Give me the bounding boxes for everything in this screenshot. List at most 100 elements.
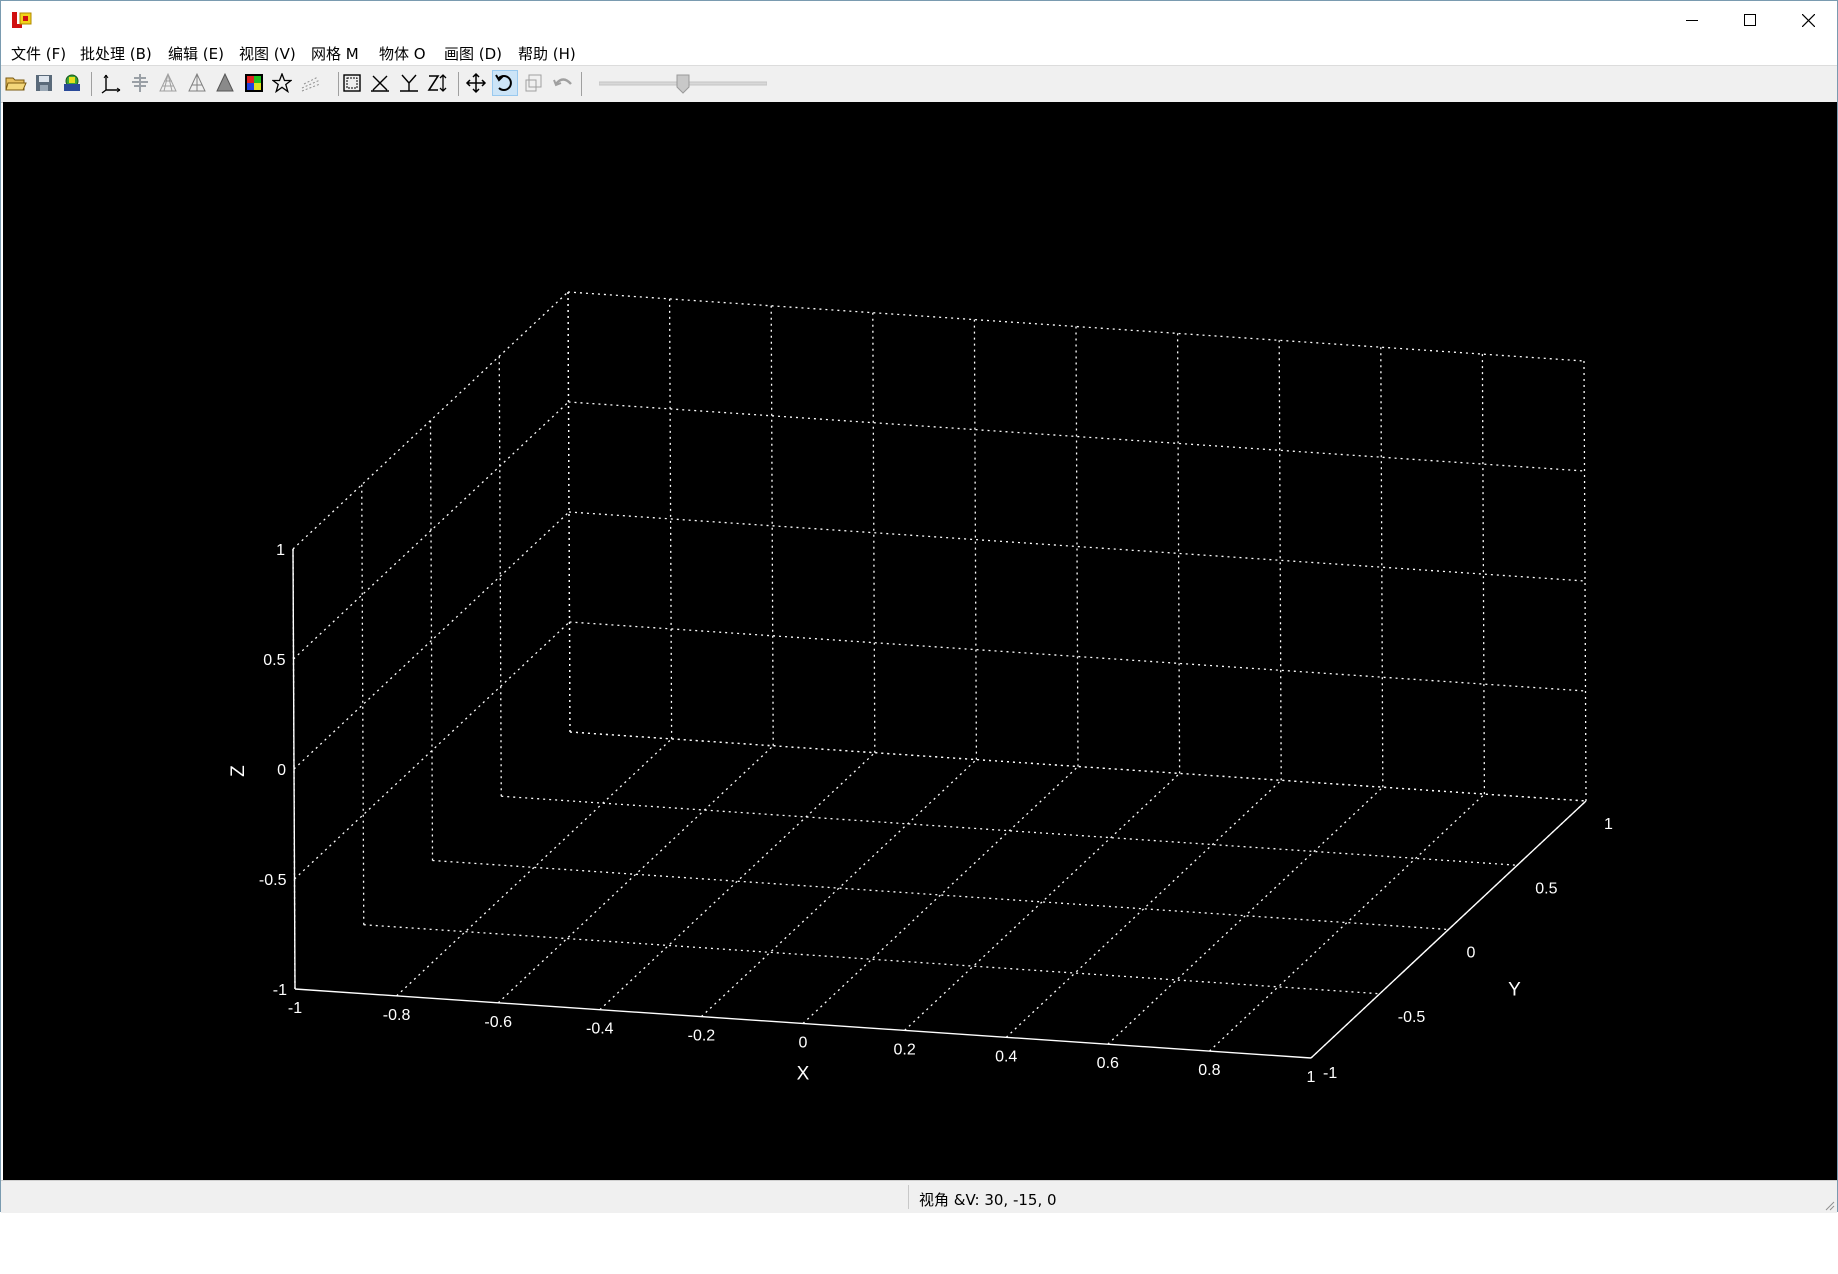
x-axis-button[interactable]: [367, 70, 393, 96]
title-bar[interactable]: [1, 1, 1837, 39]
zoom-slider-track: [598, 74, 768, 94]
grid-line: [361, 484, 365, 925]
grid-line: [1278, 340, 1282, 781]
heart-logo-icon: [1603, 1211, 1647, 1251]
grid-line: [599, 752, 876, 1011]
menu-view[interactable]: 视图 (V): [239, 43, 296, 64]
x-tick-label: 0.8: [1198, 1062, 1220, 1079]
mesh-cone-icon: [188, 72, 206, 92]
grid-line: [1176, 333, 1181, 774]
save-icon: [36, 75, 52, 91]
solid-cone-icon: [216, 72, 234, 92]
minimize-icon: [1686, 20, 1698, 21]
z-axis-button[interactable]: [425, 70, 451, 96]
app-window: 文件 (F) 批处理 (B) 编辑 (E) 视图 (V) 网格 M 物体 O 画…: [0, 0, 1838, 1274]
grid-line: [497, 745, 774, 1004]
minimize-button[interactable]: [1663, 1, 1721, 39]
menu-batch[interactable]: 批处理 (B): [80, 43, 152, 64]
contour-icon: [301, 76, 321, 92]
y-axis-button[interactable]: [396, 70, 422, 96]
grid-line: [432, 859, 1449, 931]
open-folder-icon: [5, 77, 27, 91]
grid-line: [1380, 347, 1384, 788]
close-icon: [1801, 13, 1815, 27]
bounding-box-icon: [343, 74, 361, 92]
y-tick-label: 1: [1604, 816, 1613, 833]
watermark-brand: 爱软件: [1655, 1217, 1776, 1261]
z-tick-label: 1: [276, 542, 285, 559]
status-bar: 视角 &V: 30, -15, 0: [1, 1180, 1837, 1213]
menu-mesh[interactable]: 网格 M: [311, 43, 359, 64]
toolbar: [1, 65, 1837, 103]
menu-edit[interactable]: 编辑 (E): [168, 43, 224, 64]
open-button[interactable]: [3, 70, 29, 96]
app-logo-icon: [12, 12, 32, 28]
x-tick-label: -0.8: [383, 1007, 411, 1024]
grid-line: [396, 738, 673, 997]
grid-line: [1208, 793, 1485, 1052]
bounding-box-button[interactable]: [339, 70, 365, 96]
grid-line: [700, 759, 977, 1018]
watermark: 爱软件 www.Zruanjian.com: [1603, 1210, 1773, 1274]
x-tick-label: -0.4: [586, 1021, 614, 1038]
axes-icon: [101, 74, 121, 94]
x-tick-label: -1: [288, 1000, 302, 1017]
x-tick-label: 0.2: [893, 1041, 915, 1058]
color-map-icon: [245, 74, 263, 92]
zoom-box-button[interactable]: [521, 70, 547, 96]
print-button[interactable]: [59, 70, 85, 96]
grid-line: [802, 766, 1079, 1024]
color-map-button[interactable]: [241, 70, 267, 96]
contour-button[interactable]: [298, 70, 324, 96]
axes-3d-plot[interactable]: -1 -0.8 -0.6 -0.4 -0.2 0 0.2 0.4 0.6 0.8 1 -1 -0.5 0 0…: [3, 102, 1837, 1180]
x-tick-label: 0.6: [1097, 1055, 1119, 1072]
y-axis-line: [1310, 800, 1587, 1059]
zoom-box-icon: [525, 74, 542, 92]
plot-viewport[interactable]: -1 -0.8 -0.6 -0.4 -0.2 0 0.2 0.4 0.6 0.8 1 -1 -0.5 0 0…: [3, 102, 1837, 1274]
menu-help[interactable]: 帮助 (H): [518, 43, 576, 64]
x-tick-label: 0: [799, 1035, 808, 1052]
grid-line: [1481, 354, 1486, 795]
view-angle-readout: 视角 &V: 30, -15, 0: [919, 1191, 1057, 1209]
maximize-button[interactable]: [1721, 1, 1779, 39]
x-tick-label: -0.6: [484, 1014, 512, 1031]
pan-icon: [465, 72, 487, 94]
grid-line: [363, 924, 1380, 995]
rotate-button[interactable]: [492, 70, 518, 96]
z-axis-icon: [427, 74, 447, 92]
y-tick-label: 0.5: [1535, 880, 1557, 897]
z-tick-label: 0: [277, 762, 286, 779]
zoom-slider-thumb[interactable]: [676, 74, 690, 94]
menu-object[interactable]: 物体 O: [379, 43, 426, 64]
undo-button[interactable]: [550, 70, 576, 96]
zoom-slider[interactable]: [598, 74, 768, 94]
light-button[interactable]: [127, 70, 153, 96]
print-icon: [64, 74, 80, 91]
grid-line: [1005, 779, 1282, 1038]
solid-button[interactable]: [212, 70, 238, 96]
star-button[interactable]: [269, 70, 295, 96]
grid-line: [1107, 786, 1384, 1045]
mesh-button[interactable]: [184, 70, 210, 96]
y-tick-label: 0: [1467, 945, 1476, 962]
x-tick-label: 0.4: [995, 1048, 1017, 1065]
z-tick-label: -1: [273, 982, 287, 999]
wireframe-button[interactable]: [155, 70, 181, 96]
undo-icon: [553, 78, 572, 87]
menu-draw[interactable]: 画图 (D): [444, 43, 502, 64]
save-button[interactable]: [31, 70, 57, 96]
x-tick-label: -0.2: [688, 1028, 716, 1045]
grid-line: [568, 511, 1586, 582]
menu-file[interactable]: 文件 (F): [11, 43, 66, 64]
y-axis-icon: [400, 74, 418, 92]
pan-button[interactable]: [463, 70, 489, 96]
watermark-url: www.Zruanjian.com: [1603, 1256, 1769, 1274]
z-tick-label: 0.5: [263, 652, 285, 669]
x-tick-label: 1: [1307, 1069, 1316, 1086]
axes-button[interactable]: [98, 70, 124, 96]
y-axis-label: Y: [1508, 980, 1521, 1001]
resize-grip-icon[interactable]: [1823, 1199, 1835, 1211]
wireframe-cone-icon: [159, 72, 177, 92]
grid-line: [1075, 326, 1079, 767]
close-button[interactable]: [1779, 1, 1837, 39]
